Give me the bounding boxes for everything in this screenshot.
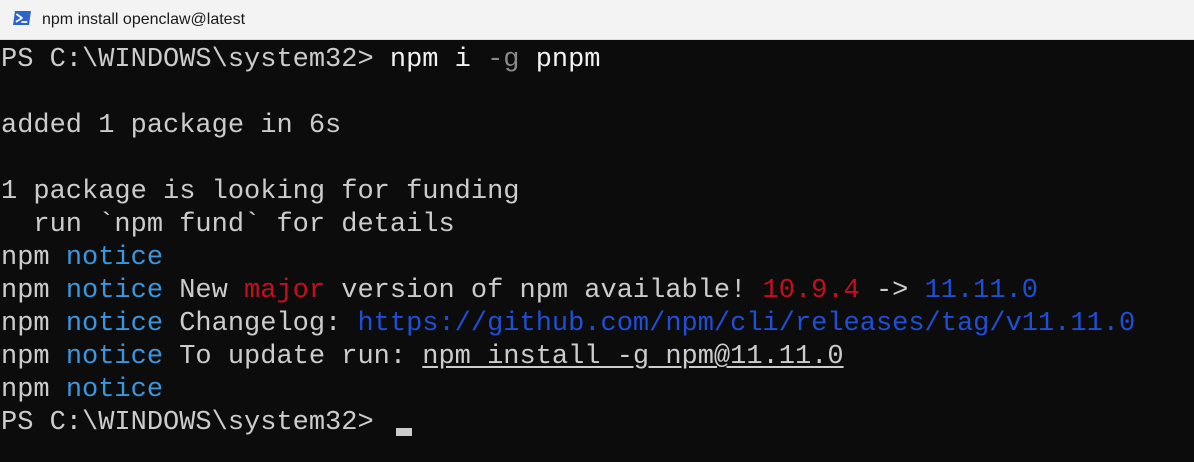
version-arrow: -> — [859, 276, 925, 306]
window-title: npm install openclaw@latest — [42, 11, 246, 28]
prompt: PS C:\WINDOWS\system32> — [1, 45, 390, 75]
output-funding-line: 1 package is looking for funding — [1, 177, 520, 207]
powershell-icon — [13, 11, 31, 25]
npm-prefix: npm — [1, 243, 66, 273]
notice-text: To update run: — [163, 342, 423, 372]
notice-text: Changelog: — [163, 309, 358, 339]
notice-line: npm notice — [1, 242, 163, 275]
final-prompt-line[interactable]: PS C:\WINDOWS\system32> — [1, 407, 390, 440]
command-arg: i — [438, 45, 488, 75]
command-package: pnpm — [519, 45, 601, 75]
old-version: 10.9.4 — [762, 276, 860, 306]
new-version: 11.11.0 — [924, 276, 1038, 306]
notice-line-changelog: npm notice Changelog: https://github.com… — [1, 308, 1135, 341]
update-command[interactable]: npm install -g npm@11.11.0 — [422, 342, 843, 372]
npm-prefix: npm — [1, 375, 66, 405]
changelog-link[interactable]: https://github.com/npm/cli/releases/tag/… — [357, 309, 1135, 339]
command-flag: -g — [487, 45, 520, 75]
notice-label: notice — [65, 309, 164, 339]
command-line: PS C:\WINDOWS\system32> npm i -g pnpm — [1, 44, 601, 77]
prompt: PS C:\WINDOWS\system32> — [1, 408, 390, 438]
notice-text: version of npm available! — [325, 276, 763, 306]
notice-label: notice — [65, 342, 164, 372]
major-label: major — [244, 276, 326, 306]
command-name: npm — [389, 45, 439, 75]
output-fund-hint-line: run `npm fund` for details — [1, 210, 455, 240]
terminal-window: npm install openclaw@latest PS C:\WINDOW… — [0, 0, 1194, 462]
text-cursor — [396, 428, 412, 436]
notice-line-update: npm notice To update run: npm install -g… — [1, 341, 844, 374]
notice-line: npm notice — [1, 374, 163, 407]
notice-label: notice — [65, 243, 164, 273]
title-bar[interactable]: npm install openclaw@latest — [0, 0, 1194, 40]
npm-prefix: npm — [1, 276, 66, 306]
notice-label: notice — [65, 375, 164, 405]
npm-prefix: npm — [1, 342, 66, 372]
npm-prefix: npm — [1, 309, 66, 339]
notice-text: New — [163, 276, 245, 306]
output-added-line: added 1 package in 6s — [1, 111, 342, 141]
notice-label: notice — [65, 276, 164, 306]
notice-line-new-version: npm notice New major version of npm avai… — [1, 275, 1038, 308]
terminal-output[interactable]: PS C:\WINDOWS\system32> npm i -g pnpm ad… — [0, 40, 1194, 462]
